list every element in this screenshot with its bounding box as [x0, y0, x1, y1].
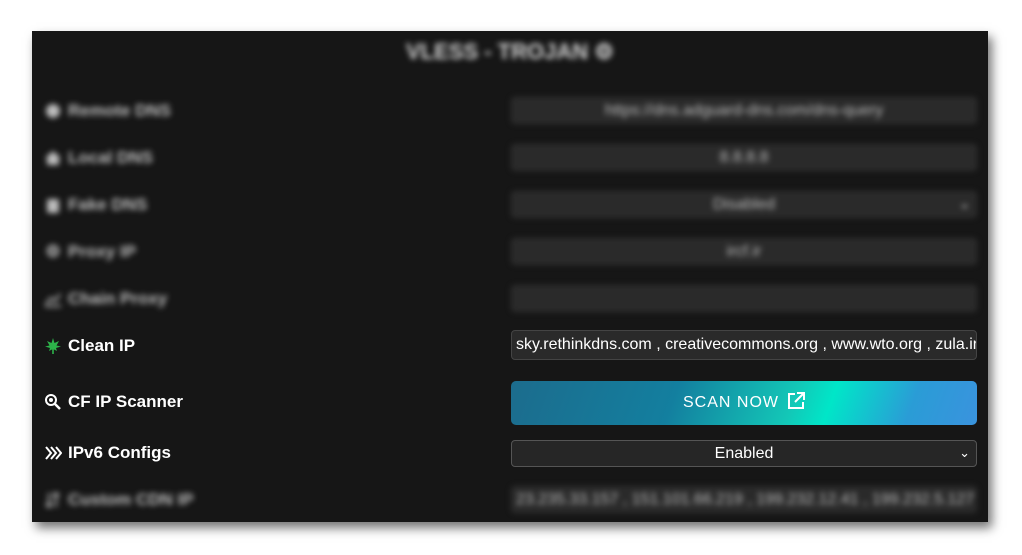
settings-panel: VLESS - TROJAN ⚙ Remote DNS https://dns.…	[32, 31, 988, 522]
magnifier-icon	[44, 393, 62, 411]
clean-ip-input[interactable]: sky.rethinkdns.com , creativecommons.org…	[511, 330, 977, 360]
clean-ip-label-group: Clean IP	[44, 330, 135, 362]
chevron-down-icon: ⌄	[959, 196, 970, 211]
sort-icon	[44, 491, 62, 509]
proxy-ip-input[interactable]: ircf.ir	[511, 238, 977, 265]
fake-dns-label: Fake DNS	[68, 195, 148, 214]
local-dns-label: Local DNS	[68, 148, 154, 167]
local-dns-label-group: Local DNS	[44, 142, 153, 174]
fake-dns-value: Disabled	[712, 195, 776, 213]
ipv6-configs-label: IPv6 Configs	[68, 443, 171, 462]
cf-ip-scanner-label: CF IP Scanner	[68, 392, 183, 411]
chain-proxy-input[interactable]	[511, 285, 977, 312]
clean-ip-label: Clean IP	[68, 336, 136, 355]
custom-cdn-ip-row: Custom CDN IP 23.235.33.157 , 151.101.66…	[32, 484, 988, 516]
home-icon	[44, 149, 62, 167]
clipboard-icon	[44, 196, 62, 214]
proxy-ip-row: ⚙ Proxy IP ircf.ir	[32, 236, 988, 268]
chevron-down-icon: ⌄	[959, 445, 970, 460]
chain-proxy-label-group: Chain Proxy	[44, 283, 167, 315]
custom-cdn-ip-label: Custom CDN IP	[68, 490, 194, 509]
ipv6-configs-select[interactable]: Enabled ⌄	[511, 440, 977, 467]
proxy-ip-label: Proxy IP	[68, 242, 137, 261]
local-dns-row: Local DNS 8.8.8.8	[32, 142, 988, 174]
chain-proxy-row: Chain Proxy	[32, 283, 988, 315]
globe-icon	[44, 102, 62, 120]
panel-title: VLESS - TROJAN ⚙	[32, 39, 988, 65]
remote-dns-label-group: Remote DNS	[44, 95, 171, 127]
custom-cdn-ip-label-group: Custom CDN IP	[44, 484, 194, 516]
cf-ip-scanner-label-group: CF IP Scanner	[44, 386, 183, 418]
fake-dns-label-group: Fake DNS	[44, 189, 147, 221]
chain-proxy-label: Chain Proxy	[68, 289, 168, 308]
scan-now-button[interactable]: SCAN NOW	[511, 381, 977, 425]
fake-dns-select[interactable]: Disabled ⌄	[511, 191, 977, 218]
gear-icon: ⚙	[594, 39, 614, 64]
panel-title-text: VLESS - TROJAN	[406, 39, 589, 64]
remote-dns-row: Remote DNS https://dns.adguard-dns.com/d…	[32, 95, 988, 127]
remote-dns-label: Remote DNS	[68, 101, 171, 120]
scan-now-label: SCAN NOW	[683, 394, 779, 411]
custom-cdn-ip-input[interactable]: 23.235.33.157 , 151.101.66.219 , 199.232…	[511, 486, 977, 513]
external-link-icon	[787, 391, 805, 415]
local-dns-input[interactable]: 8.8.8.8	[511, 144, 977, 171]
chart-icon	[44, 290, 62, 308]
remote-dns-input[interactable]: https://dns.adguard-dns.com/dns-query	[511, 97, 977, 124]
ipv6-configs-label-group: IPv6 Configs	[44, 437, 171, 469]
fake-dns-row: Fake DNS Disabled ⌄	[32, 189, 988, 221]
leaf-icon	[44, 337, 62, 355]
clean-ip-row: Clean IP sky.rethinkdns.com , creativeco…	[32, 330, 988, 362]
gear-icon: ⚙	[45, 242, 61, 261]
diamonds-icon	[44, 444, 62, 462]
proxy-ip-label-group: ⚙ Proxy IP	[44, 236, 136, 268]
ipv6-configs-value: Enabled	[714, 444, 774, 462]
